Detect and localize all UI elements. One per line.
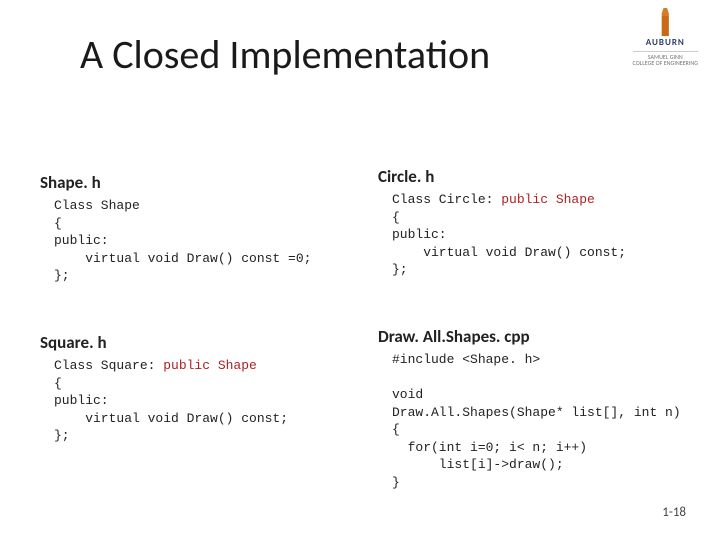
- page-number: 1-18: [662, 505, 686, 520]
- keyword-public-shape: public Shape: [501, 192, 595, 207]
- code-draw: #include <Shape. h> void Draw.All.Shapes…: [392, 351, 718, 491]
- slide-title: A Closed Implementation: [80, 30, 490, 79]
- block-draw-cpp: Draw. All.Shapes. cpp #include <Shape. h…: [378, 326, 718, 491]
- block-circle-h: Circle. h Class Circle: public Shape { p…: [378, 166, 698, 279]
- auburn-logo: AUBURN SAMUEL GINN COLLEGE OF ENGINEERIN…: [633, 8, 698, 67]
- tower-icon: [656, 8, 674, 36]
- logo-name: AUBURN: [633, 38, 698, 48]
- code-shape: Class Shape { public: virtual void Draw(…: [54, 197, 360, 285]
- block-title-circle: Circle. h: [378, 166, 698, 187]
- block-title-shape: Shape. h: [40, 172, 360, 193]
- logo-sub: SAMUEL GINN COLLEGE OF ENGINEERING: [633, 51, 698, 67]
- code-circle: Class Circle: public Shape { public: vir…: [392, 191, 698, 279]
- block-square-h: Square. h Class Square: public Shape { p…: [40, 332, 360, 445]
- slide: A Closed Implementation AUBURN SAMUEL GI…: [0, 0, 720, 540]
- code-square: Class Square: public Shape { public: vir…: [54, 357, 360, 445]
- block-title-draw: Draw. All.Shapes. cpp: [378, 326, 718, 347]
- block-shape-h: Shape. h Class Shape { public: virtual v…: [40, 172, 360, 285]
- keyword-public-shape: public Shape: [163, 358, 257, 373]
- block-title-square: Square. h: [40, 332, 360, 353]
